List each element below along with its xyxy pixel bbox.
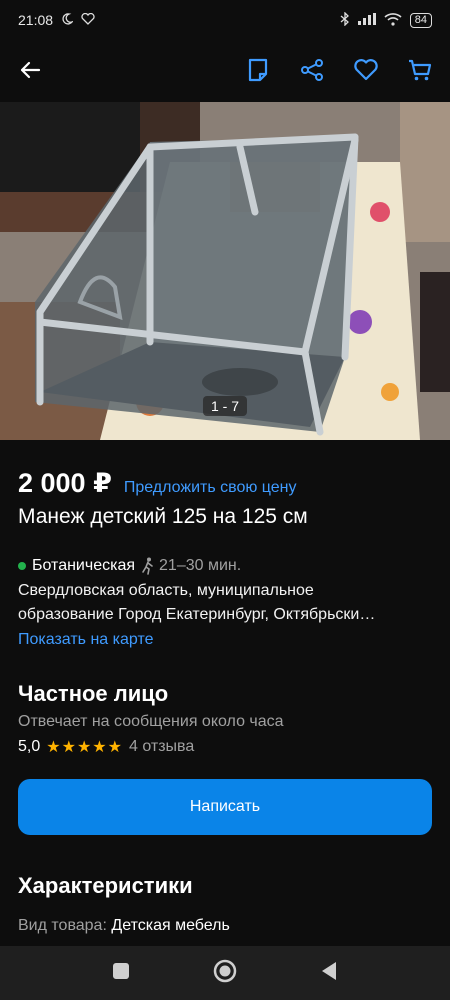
photo-counter: 1 - 7 [202,396,248,416]
price: 2 000 ₽ [18,468,112,498]
metro-info: Ботаническая 21–30 мин. [18,557,432,575]
wifi-icon [384,12,402,29]
recents-icon[interactable] [112,962,130,985]
star-rating-icon: ★★★★★ [46,739,123,756]
metro-line-icon [18,562,26,570]
address-line-2: образование Город Екатеринбург, Октябрьс… [18,606,376,623]
seller-reply-time: Отвечает на сообщения около часа [18,713,284,730]
cart-icon[interactable] [404,54,436,86]
characteristic-key: Вид товара: [18,917,107,934]
bluetooth-icon [340,10,350,29]
system-nav-bar [0,946,450,1000]
app-bar [0,42,450,98]
offer-price-link[interactable]: Предложить свою цену [124,479,297,497]
battery-indicator: 84 [409,12,432,28]
back-nav-icon[interactable] [320,961,338,986]
back-arrow-icon[interactable] [14,54,46,86]
moon-icon [61,12,74,28]
clock: 21:08 [18,12,54,28]
address-line-1: Свердловская область, муниципальное [18,582,314,599]
seller-name[interactable]: Частное лицо [18,681,432,707]
walking-icon [142,557,153,575]
reviews-count: 4 отзыва [128,738,195,755]
listing-content: 2 000 ₽ Предложить свою цену Манеж детск… [0,440,450,935]
characteristic-row: Вид товара: Детская мебель [18,917,432,935]
walk-time: 21–30 мин. [141,557,241,575]
write-message-button[interactable]: Написать [18,779,432,835]
rating-value: 5,0 [18,738,41,755]
photo-gallery[interactable]: 1 - 7 [0,102,450,440]
status-bar: 21:08 84 [0,0,450,40]
listing-title: Манеж детский 125 на 125 см [18,505,308,528]
characteristic-value: Детская мебель [111,917,230,934]
share-icon[interactable] [296,54,328,86]
signal-icon [357,12,376,28]
characteristics-title: Характеристики [18,873,193,898]
heart-broken-icon [81,12,95,28]
heart-icon[interactable] [350,54,382,86]
show-on-map-link[interactable]: Показать на карте [18,631,153,649]
metro-station: Ботаническая [32,557,136,574]
home-icon[interactable] [213,959,237,988]
seller-rating[interactable]: 5,0 ★★★★★ 4 отзыва [18,737,432,757]
note-icon[interactable] [242,54,274,86]
product-photo [0,102,450,440]
